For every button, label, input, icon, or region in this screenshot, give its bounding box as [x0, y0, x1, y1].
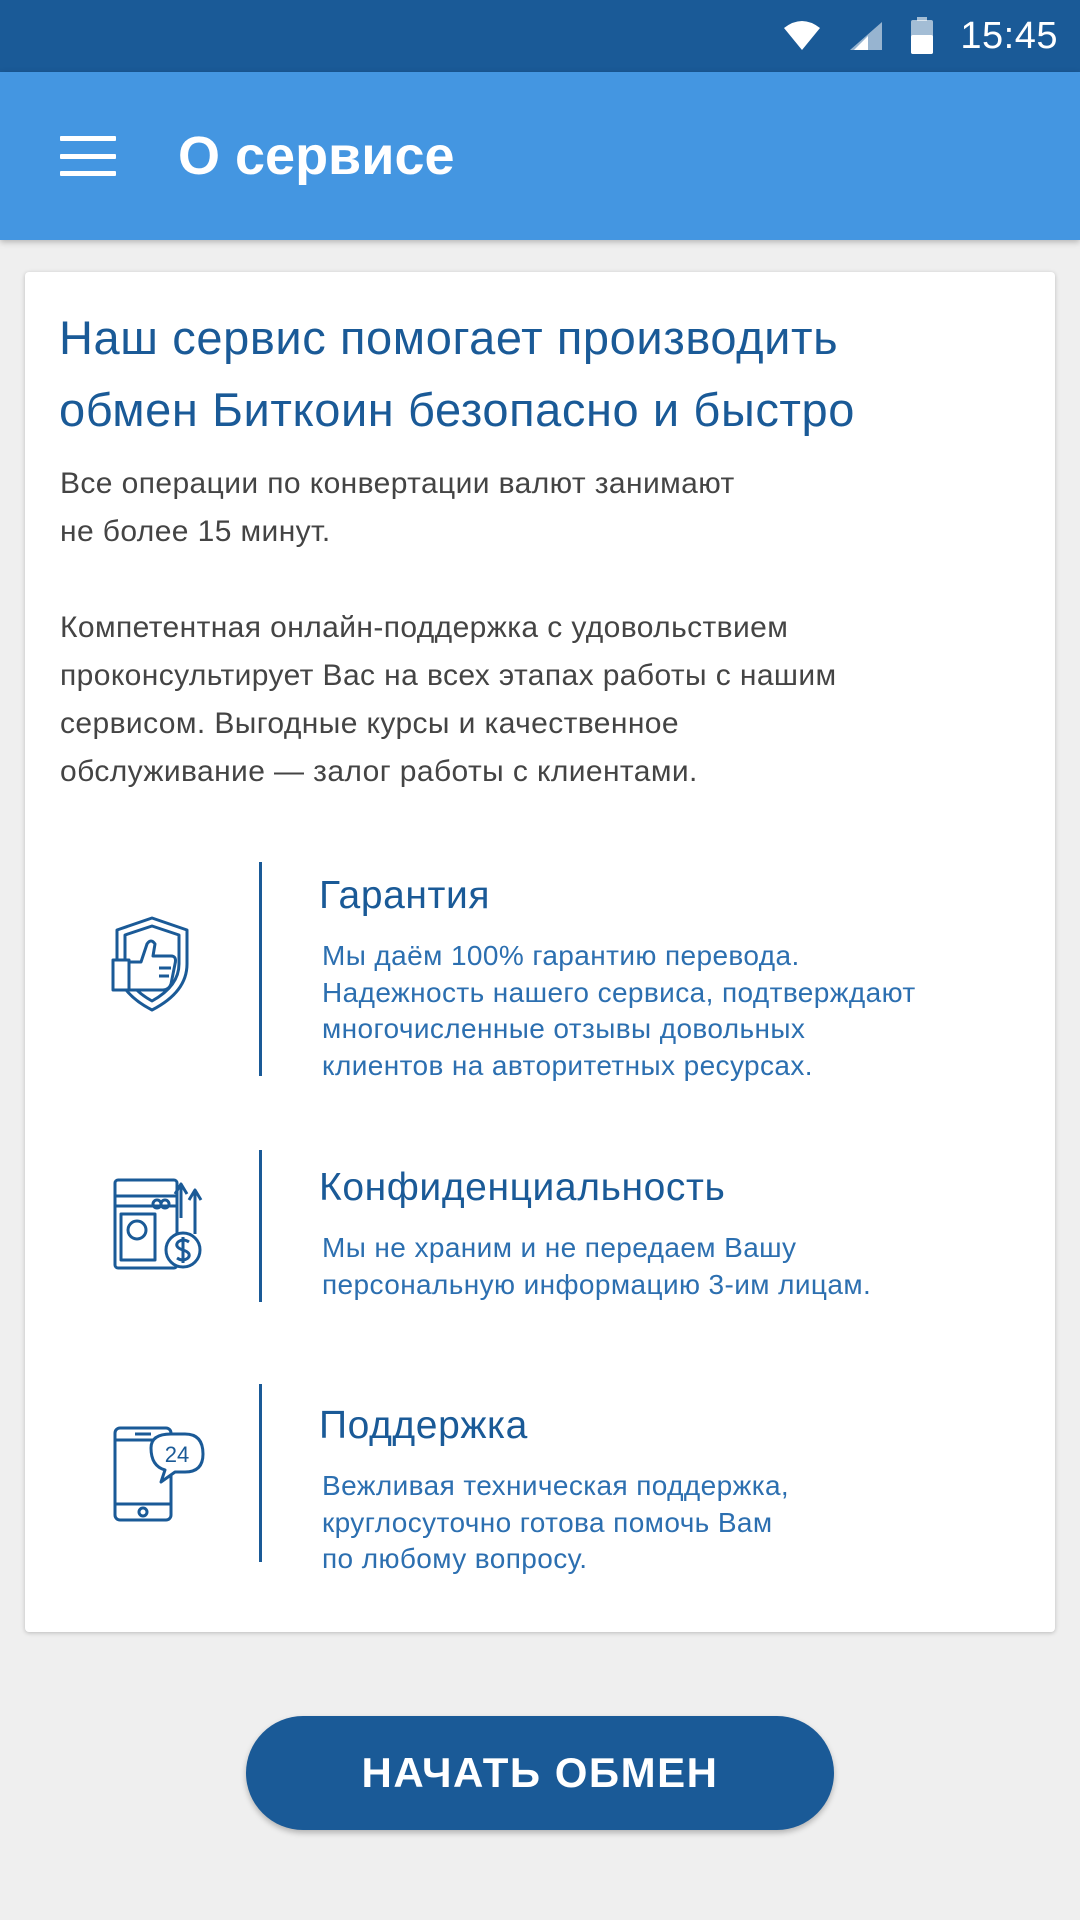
- support-paragraph: Компетентная онлайн-поддержка с удовольс…: [60, 604, 1040, 796]
- feature-text-line: персональную информацию 3-им лицам.: [322, 1268, 872, 1300]
- paragraph-line: не более 15 минут.: [60, 515, 331, 548]
- paragraph-line: сервисом. Выгодные курсы и качественное: [60, 707, 679, 740]
- feature-description: Вежливая техническая поддержка, круглосу…: [322, 1468, 1042, 1578]
- feature-text-line: клиентов на авторитетных ресурсах.: [322, 1049, 813, 1081]
- app-bar: О сервисе: [0, 72, 1080, 240]
- paragraph-line: проконсультирует Вас на всех этапах рабо…: [60, 659, 837, 692]
- wifi-icon: [782, 20, 822, 52]
- status-bar: 15:45: [0, 0, 1080, 72]
- signal-icon: [848, 20, 884, 52]
- feature-text-line: Надежность нашего сервиса, подтверждают: [322, 976, 916, 1008]
- headline-line: обмен Биткоин безопасно и быстро: [59, 383, 856, 436]
- paragraph-line: Все операции по конвертации валют занима…: [60, 467, 735, 500]
- feature-divider: [259, 862, 262, 1076]
- shield-thumbs-up-icon: [107, 914, 197, 1019]
- feature-title: Гарантия: [319, 874, 491, 917]
- status-time: 15:45: [960, 14, 1058, 57]
- feature-title: Конфиденциальность: [319, 1166, 726, 1209]
- about-card: Наш сервис помогает производить обмен Би…: [25, 272, 1055, 1632]
- feature-divider: [259, 1384, 262, 1562]
- feature-text-line: Вежливая техническая поддержка,: [322, 1470, 790, 1501]
- page-title: О сервисе: [178, 126, 455, 186]
- wallet-money-transfer-icon: [111, 1174, 207, 1279]
- headline: Наш сервис помогает производить обмен Би…: [59, 302, 1039, 446]
- feature-text-line: круглосуточно готова помочь Вам: [322, 1506, 773, 1538]
- feature-guarantee: Гарантия Мы даём 100% гарантию перевода.…: [25, 850, 1055, 1081]
- feature-title: Поддержка: [319, 1404, 528, 1447]
- feature-support: 24 Поддержка Вежливая техническая поддер…: [25, 1384, 1055, 1574]
- feature-divider: [259, 1150, 262, 1302]
- feature-text-line: по любому вопросу.: [322, 1543, 588, 1574]
- svg-text:24: 24: [165, 1442, 189, 1467]
- feature-description: Мы даём 100% гарантию перевода. Надежнос…: [322, 938, 1042, 1084]
- paragraph-line: Компетентная онлайн-поддержка с удовольс…: [60, 611, 789, 644]
- intro-paragraph: Все операции по конвертации валют занима…: [60, 460, 1040, 556]
- battery-icon: [910, 17, 934, 55]
- feature-text-line: многочисленные отзывы довольных: [322, 1013, 806, 1044]
- start-exchange-button[interactable]: НАЧАТЬ ОБМЕН: [246, 1716, 834, 1830]
- feature-description: Мы не храним и не передаем Вашу персонал…: [322, 1230, 1042, 1303]
- paragraph-line: обслуживание — залог работы с клиентами.: [60, 755, 698, 788]
- feature-text-line: Мы даём 100% гарантию перевода.: [322, 940, 800, 971]
- hamburger-menu-icon[interactable]: [60, 136, 116, 176]
- feature-privacy: Конфиденциальность Мы не храним и не пер…: [25, 1144, 1055, 1304]
- phone-24-support-icon: 24: [111, 1424, 207, 1529]
- headline-line: Наш сервис помогает производить: [59, 311, 839, 364]
- feature-text-line: Мы не храним и не передаем Вашу: [322, 1232, 797, 1263]
